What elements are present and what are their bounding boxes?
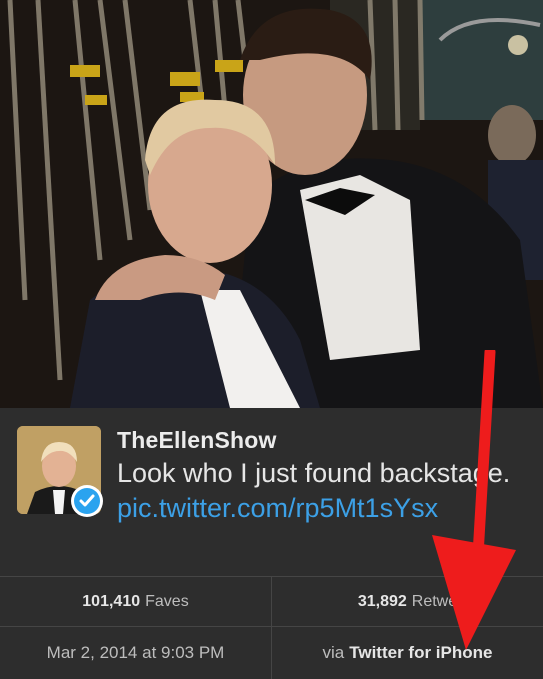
stats-row: 101,410 Faves 31,892 Retwe — [0, 576, 543, 626]
username[interactable]: TheEllenShow — [117, 427, 277, 454]
via-client-name: Twitter for iPhone — [349, 643, 493, 662]
faves-label: Faves — [145, 592, 189, 610]
tweet-photo[interactable] — [0, 0, 543, 408]
via-client[interactable]: via Twitter for iPhone — [271, 627, 543, 679]
timestamp: Mar 2, 2014 at 9:03 PM — [0, 627, 271, 679]
timestamp-text: Mar 2, 2014 at 9:03 PM — [46, 643, 225, 662]
meta-row: Mar 2, 2014 at 9:03 PM via Twitter for i… — [0, 626, 543, 679]
faves-count: 101,410 — [82, 592, 141, 610]
faves-stat[interactable]: 101,410 Faves — [0, 577, 271, 626]
tweet-body: Look who I just found backstage. — [117, 458, 511, 488]
photo-image — [0, 0, 543, 408]
tweet-panel: TheEllenShow Look who I just found backs… — [0, 408, 543, 576]
tweet-text: Look who I just found backstage. pic.twi… — [117, 456, 527, 526]
via-prefix: via — [322, 643, 345, 662]
tweet-photo-link[interactable]: pic.twitter.com/rp5Mt1sYsx — [117, 493, 438, 523]
retweets-stat[interactable]: 31,892 Retwe — [271, 577, 543, 626]
verified-badge-icon — [71, 485, 103, 517]
retweets-label: Retwe — [411, 592, 458, 610]
retweets-count: 31,892 — [357, 592, 407, 610]
